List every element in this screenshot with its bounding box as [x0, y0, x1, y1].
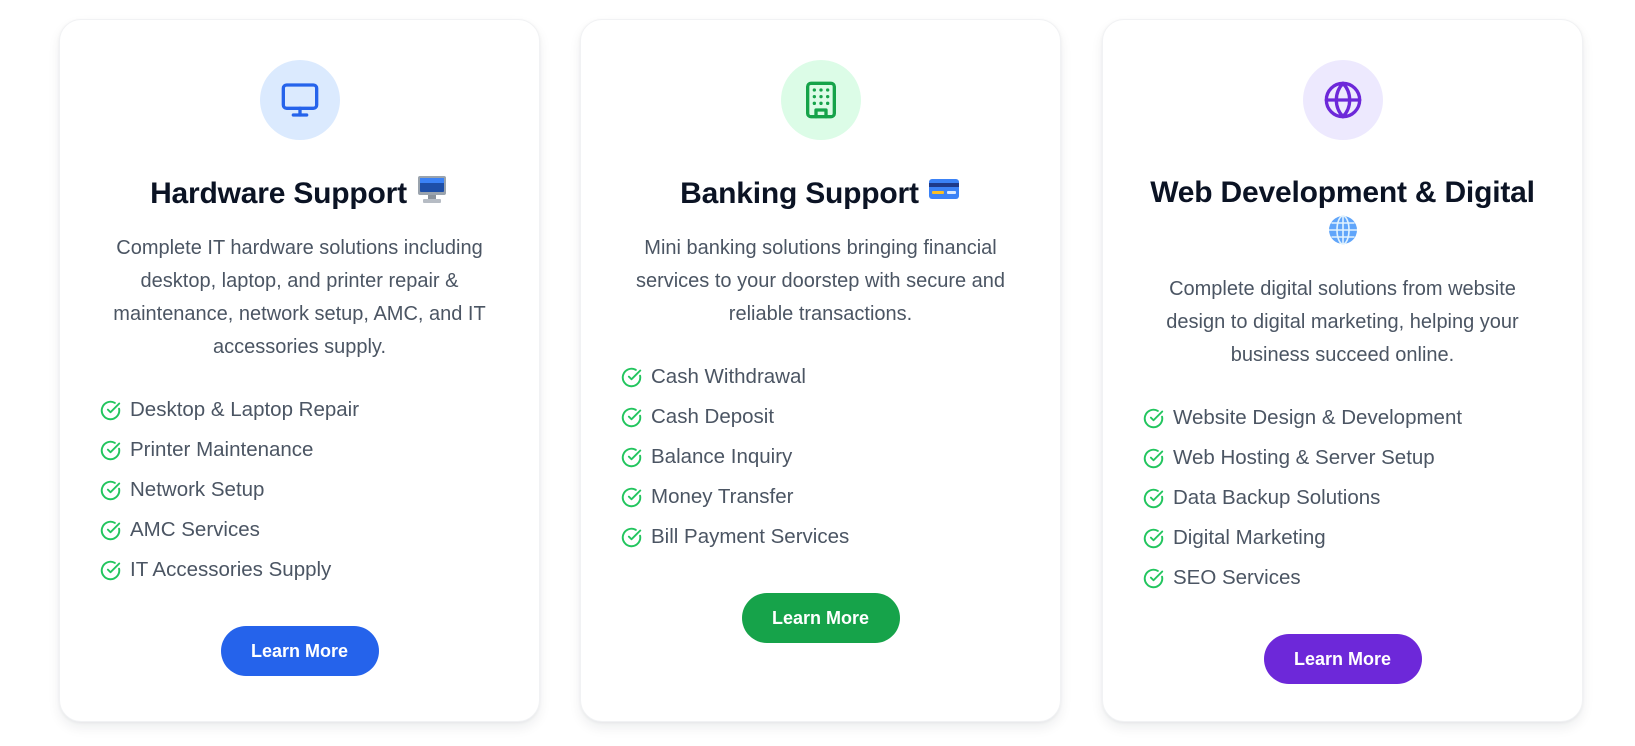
feature-item: Digital Marketing	[1143, 518, 1542, 558]
check-circle-icon	[1143, 408, 1164, 428]
feature-label: Network Setup	[130, 478, 265, 501]
card-description: Complete IT hardware solutions including…	[113, 237, 486, 358]
check-circle-icon	[100, 440, 121, 460]
feature-item: Cash Withdrawal	[621, 357, 1020, 397]
check-circle-icon	[100, 400, 121, 420]
learn-more-button[interactable]: Learn More	[220, 626, 379, 676]
feature-label: Digital Marketing	[1173, 526, 1326, 549]
services-cards: Hardware Support Complete IT hardware so…	[0, 0, 1635, 746]
credit-card-emoji-icon	[927, 172, 961, 206]
feature-item: Website Design & Development	[1143, 398, 1542, 438]
feature-item: Network Setup	[100, 470, 499, 510]
icon-badge	[1302, 60, 1383, 140]
feature-item: Cash Deposit	[621, 397, 1020, 437]
check-circle-icon	[1143, 568, 1164, 588]
feature-label: Cash Deposit	[651, 405, 775, 428]
card-title: Web Development & Digital	[1142, 172, 1543, 255]
card-title: Banking Support	[680, 172, 961, 214]
desktop-computer-emoji-icon	[415, 172, 449, 206]
building-icon	[805, 81, 836, 119]
feature-label: Printer Maintenance	[130, 438, 314, 461]
icon-badge	[780, 60, 861, 140]
feature-list: Desktop & Laptop Repair Printer Maintena…	[100, 390, 499, 590]
check-circle-icon	[621, 447, 642, 467]
monitor-icon	[281, 83, 318, 117]
feature-label: Web Hosting & Server Setup	[1173, 446, 1435, 469]
check-circle-icon	[621, 407, 642, 427]
feature-item: IT Accessories Supply	[100, 550, 499, 590]
feature-item: Data Backup Solutions	[1143, 478, 1542, 518]
feature-item: Web Hosting & Server Setup	[1143, 438, 1542, 478]
feature-item: Balance Inquiry	[621, 437, 1020, 477]
feature-item: Desktop & Laptop Repair	[100, 390, 499, 430]
feature-label: SEO Services	[1173, 566, 1301, 589]
feature-label: Desktop & Laptop Repair	[130, 398, 360, 421]
check-circle-icon	[1143, 448, 1164, 468]
globe-icon	[1324, 81, 1361, 119]
card-web-development: Web Development & Digital Complete digit…	[1102, 19, 1583, 722]
card-description: Complete digital solutions from website …	[1166, 278, 1519, 366]
card-hardware-support: Hardware Support Complete IT hardware so…	[59, 19, 540, 722]
card-title: Hardware Support	[150, 172, 449, 214]
learn-more-button[interactable]: Learn More	[1263, 634, 1422, 684]
feature-label: AMC Services	[130, 518, 260, 541]
feature-item: AMC Services	[100, 510, 499, 550]
feature-item: Printer Maintenance	[100, 430, 499, 470]
feature-label: Money Transfer	[651, 485, 794, 508]
card-description: Mini banking solutions bringing financia…	[635, 237, 1006, 325]
check-circle-icon	[100, 480, 121, 500]
feature-label: IT Accessories Supply	[130, 558, 332, 581]
card-banking-support: Banking Support Mini banking solutions b…	[580, 19, 1061, 722]
feature-item: Bill Payment Services	[621, 517, 1020, 557]
feature-label: Balance Inquiry	[651, 445, 793, 468]
feature-label: Data Backup Solutions	[1173, 486, 1381, 509]
learn-more-button[interactable]: Learn More	[741, 593, 900, 643]
check-circle-icon	[621, 527, 642, 547]
icon-badge	[259, 60, 340, 140]
feature-item: SEO Services	[1143, 558, 1542, 598]
feature-label: Cash Withdrawal	[651, 365, 806, 388]
feature-label: Website Design & Development	[1173, 406, 1463, 429]
feature-label: Bill Payment Services	[651, 525, 850, 548]
globe-emoji-icon	[1326, 213, 1360, 247]
feature-list: Website Design & Development Web Hosting…	[1143, 398, 1542, 598]
feature-list: Cash Withdrawal Cash Deposit Balance Inq…	[621, 357, 1020, 557]
check-circle-icon	[100, 560, 121, 580]
check-circle-icon	[621, 487, 642, 507]
check-circle-icon	[100, 520, 121, 540]
check-circle-icon	[1143, 488, 1164, 508]
check-circle-icon	[621, 367, 642, 387]
check-circle-icon	[1143, 528, 1164, 548]
feature-item: Money Transfer	[621, 477, 1020, 517]
